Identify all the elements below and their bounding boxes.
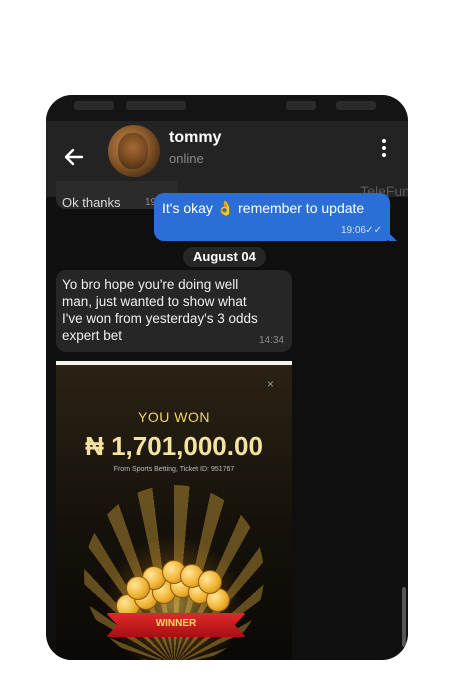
contact-status: online (169, 151, 204, 166)
message-list[interactable]: Ok thanks 19:05 It's okay 👌 remember to … (46, 181, 408, 660)
incoming-message-time: 14:34 (258, 335, 284, 346)
bubble-tail (389, 233, 397, 241)
win-subtitle: From Sports Betting, Ticket ID: 951767 (113, 466, 235, 473)
clipped-message-text: Ok thanks (62, 195, 121, 210)
outgoing-message-time: 19:06 (340, 225, 366, 236)
back-arrow-icon[interactable] (62, 145, 86, 169)
incoming-message[interactable]: Yo bro hope you're doing well man, just … (56, 270, 292, 352)
incoming-message-text: Yo bro hope you're doing well man, just … (62, 277, 258, 343)
win-title: YOU WON (138, 409, 210, 425)
outgoing-message[interactable]: It's okay 👌 remember to update 19:06 ✓✓ (154, 193, 397, 241)
contact-name[interactable]: tommy (169, 129, 221, 147)
status-bar (46, 95, 408, 121)
coin-pile-icon (116, 560, 236, 620)
double-check-icon: ✓✓ (365, 225, 382, 236)
win-amount: ₦ 1,701,000.00 (85, 431, 263, 461)
contact-avatar[interactable] (108, 125, 160, 177)
scrollbar[interactable] (402, 587, 406, 647)
phone-screen: tommy online TeleFun Ok thanks 19:05 It'… (46, 95, 408, 660)
image-attachment[interactable]: × YOU WON ₦ 1,701,000.00 From Sports Bet… (56, 361, 292, 660)
outgoing-message-text: It's okay 👌 remember to update (162, 200, 365, 216)
date-separator: August 04 (183, 247, 266, 267)
close-icon: × (266, 377, 274, 391)
winner-label: WINNER (155, 618, 197, 629)
more-vertical-icon[interactable] (382, 139, 388, 160)
